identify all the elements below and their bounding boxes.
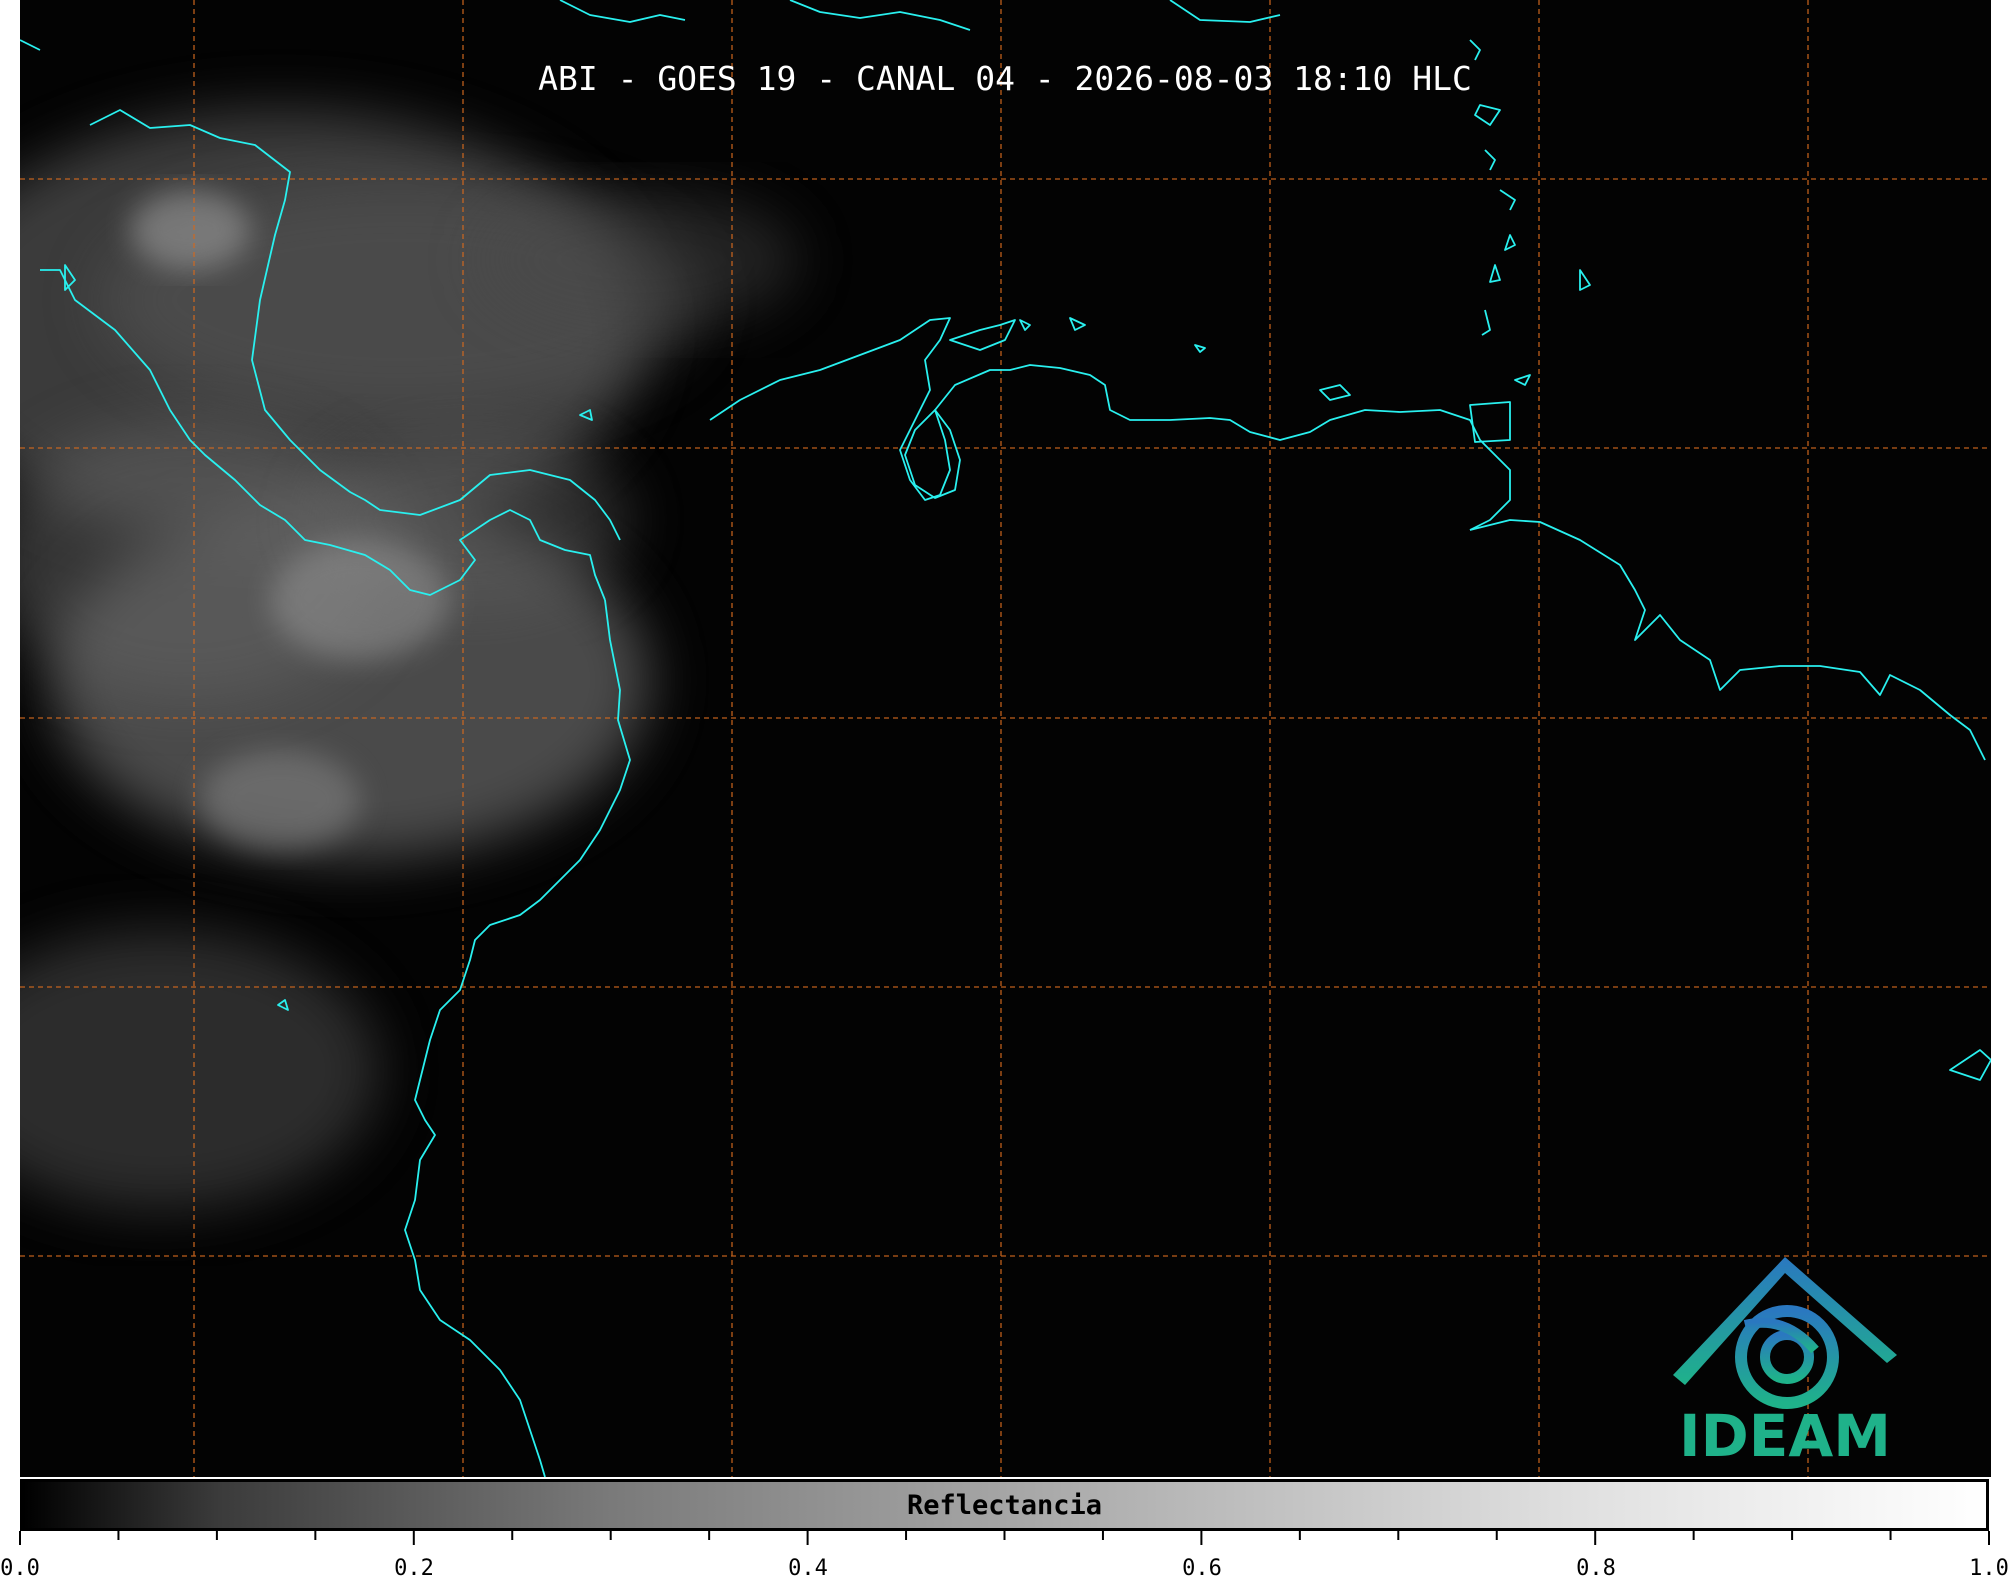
colorbar-tick-label: 0.6 [1182, 1556, 1222, 1581]
colorbar-tick-label: 0.2 [394, 1556, 434, 1581]
colorbar: Reflectancia [20, 1479, 1989, 1531]
colorbar-tick-label: 0.8 [1576, 1556, 1616, 1581]
ideam-logo-text: IDEAM [1679, 1402, 1891, 1470]
colorbar-tick-label: 0.4 [788, 1556, 828, 1581]
cloud-layer [20, 110, 800, 1210]
colorbar-tick-label: 0.0 [0, 1556, 40, 1581]
colorbar-label: Reflectancia [906, 1490, 1103, 1521]
ideam-emblem-icon [1673, 1257, 1897, 1409]
satellite-map: ABI - GOES 19 - CANAL 04 - 2026-08-03 18… [20, 0, 1991, 1477]
ideam-logo: IDEAM [1665, 1255, 1905, 1470]
map-title: ABI - GOES 19 - CANAL 04 - 2026-08-03 18… [538, 59, 1472, 98]
colorbar-tick-label: 1.0 [1969, 1556, 2009, 1581]
colorbar-ticks [19, 1531, 1990, 1545]
